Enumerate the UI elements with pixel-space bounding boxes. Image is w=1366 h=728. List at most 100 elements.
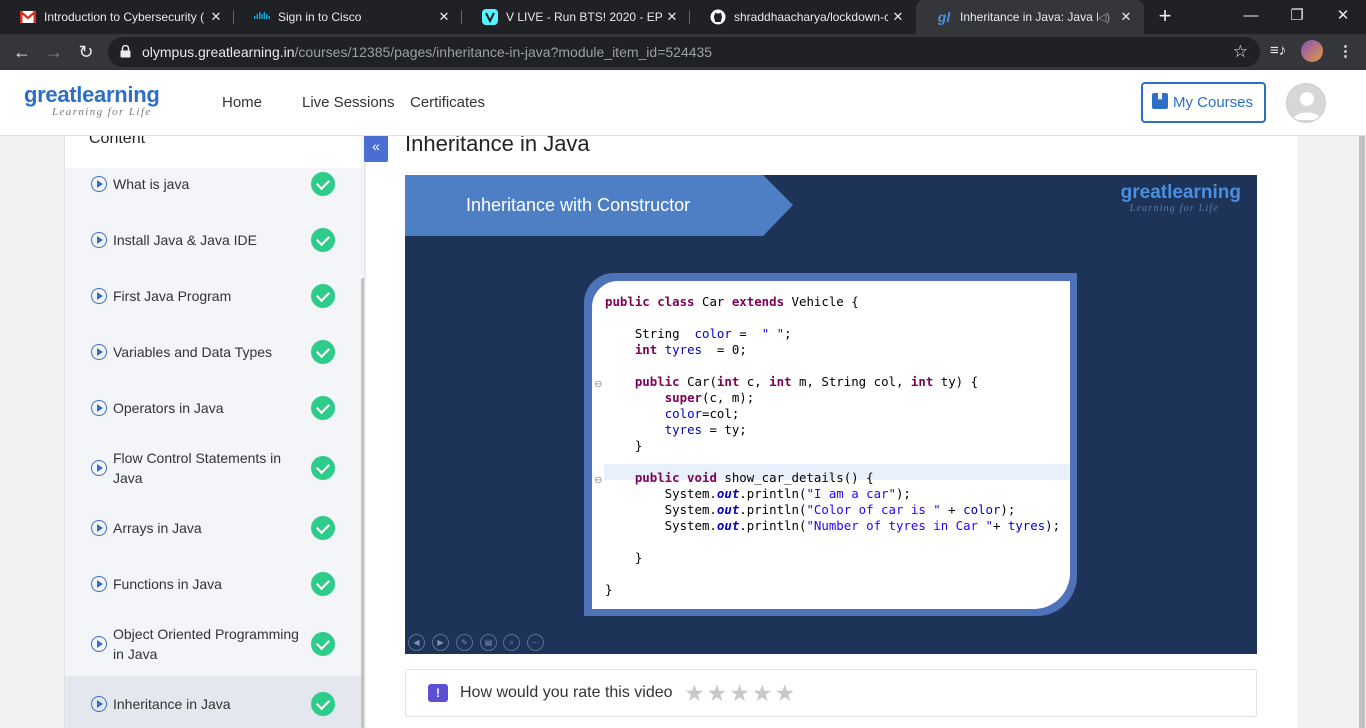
close-tab-icon[interactable]: ✕	[662, 9, 682, 25]
close-tab-icon[interactable]: ✕	[206, 9, 226, 25]
completed-check-icon	[311, 456, 335, 480]
browser-tab-1[interactable]: Introduction to Cybersecurity ( ✕	[0, 0, 234, 34]
lesson-item[interactable]: What is java	[65, 164, 361, 204]
collapse-sidebar-button[interactable]: «	[364, 132, 388, 162]
java-code: public class Car extends Vehicle { Strin…	[605, 294, 1061, 597]
greatlearning-icon: gl	[937, 9, 951, 25]
completed-check-icon	[311, 340, 335, 364]
url-path: /courses/12385/pages/inheritance-in-java…	[294, 44, 713, 60]
address-bar[interactable]: olympus.greatlearning.in/courses/12385/p…	[108, 37, 1260, 67]
lesson-item[interactable]: Object Oriented Programming in Java	[65, 620, 361, 668]
lesson-item[interactable]: Arrays in Java	[65, 508, 361, 548]
cisco-icon	[254, 9, 270, 25]
nav-home[interactable]: Home	[222, 94, 262, 111]
star-icon[interactable]: ★	[775, 680, 796, 707]
media-queue-icon[interactable]: ≡♪	[1270, 42, 1286, 59]
forward-icon[interactable]: →	[42, 40, 66, 64]
new-tab-button[interactable]: +	[1154, 4, 1176, 30]
sidebar-scrollbar[interactable]	[361, 278, 364, 728]
nav-certificates[interactable]: Certificates	[410, 94, 485, 111]
speaker-icon[interactable]: ◁)	[1098, 11, 1110, 24]
lesson-item[interactable]: Operators in Java	[65, 388, 361, 428]
completed-check-icon	[311, 172, 335, 196]
completed-check-icon	[311, 516, 335, 540]
greatlearning-logo[interactable]: greatlearning Learning for Life	[24, 84, 160, 119]
lesson-item[interactable]: Install Java & Java IDE	[65, 220, 361, 260]
slide-title: Inheritance with Constructor	[466, 195, 691, 215]
completed-check-icon	[311, 632, 335, 656]
star-icon[interactable]: ★	[684, 680, 705, 707]
minimize-icon[interactable]: —	[1228, 0, 1274, 34]
star-icon[interactable]: ★	[752, 680, 773, 707]
play-circle-icon	[91, 636, 107, 652]
lesson-item[interactable]: Variables and Data Types	[65, 332, 361, 372]
back-icon[interactable]: ←	[10, 40, 34, 64]
rating-panel: ! How would you rate this video ★ ★ ★ ★ …	[405, 669, 1257, 717]
completed-check-icon	[311, 572, 335, 596]
browser-tab-4[interactable]: shraddhaacharya/lockdown-ce ✕	[690, 0, 916, 34]
browser-tab-3[interactable]: V LIVE - Run BTS! 2020 - EP.92 ✕	[462, 0, 690, 34]
play-circle-icon	[91, 288, 107, 304]
lesson-item[interactable]: Functions in Java	[65, 564, 361, 604]
tab-title: Sign in to Cisco	[278, 10, 362, 24]
close-window-icon[interactable]: ✕	[1320, 0, 1366, 34]
pen-icon[interactable]: ✎	[456, 634, 473, 651]
site-header: greatlearning Learning for Life Home Liv…	[0, 70, 1366, 136]
lock-icon[interactable]	[120, 44, 131, 63]
restore-icon[interactable]: ❐	[1274, 0, 1320, 34]
book-icon	[1151, 92, 1169, 114]
bookmark-star-icon[interactable]: ☆	[1233, 42, 1248, 62]
page-scrollbar[interactable]	[1358, 136, 1366, 728]
slides-icon[interactable]: ▤	[480, 634, 497, 651]
play-circle-icon	[91, 576, 107, 592]
lesson-item[interactable]: Flow Control Statements in Java	[65, 444, 361, 492]
gmail-icon	[20, 9, 36, 25]
user-avatar[interactable]	[1286, 83, 1326, 123]
play-circle-icon	[91, 400, 107, 416]
star-rating: ★ ★ ★ ★ ★	[684, 680, 795, 707]
github-icon	[710, 9, 726, 25]
play-circle-icon	[91, 696, 107, 712]
browser-tab-strip: Introduction to Cybersecurity ( ✕ Sign i…	[0, 0, 1366, 34]
tab-title: V LIVE - Run BTS! 2020 - EP.92	[506, 10, 662, 24]
close-tab-icon[interactable]: ✕	[1116, 9, 1136, 25]
profile-avatar-icon[interactable]	[1301, 40, 1323, 62]
close-tab-icon[interactable]: ✕	[888, 9, 908, 25]
previous-slide-icon[interactable]: ◀	[408, 634, 425, 651]
url-text: olympus.greatlearning.in/courses/12385/p…	[142, 44, 712, 60]
feedback-icon: !	[428, 684, 448, 702]
course-sidebar: Content What is java Install Java & Java…	[64, 136, 365, 728]
lesson-item[interactable]: First Java Program	[65, 276, 361, 316]
menu-kebab-icon[interactable]: ⋮	[1338, 42, 1353, 60]
fold-marker-icon: ⊖	[594, 475, 603, 486]
my-courses-label: My Courses	[1173, 94, 1254, 111]
video-logo: greatlearning Learning for Life	[1120, 182, 1241, 215]
tab-title: shraddhaacharya/lockdown-ce	[734, 10, 888, 24]
close-tab-icon[interactable]: ✕	[434, 9, 454, 25]
more-options-icon[interactable]: ⋯	[527, 634, 544, 651]
play-circle-icon	[91, 460, 107, 476]
play-circle-icon	[91, 232, 107, 248]
lesson-item-active[interactable]: Inheritance in Java	[65, 676, 361, 728]
browser-toolbar: ← → ↻ olympus.greatlearning.in/courses/1…	[0, 34, 1366, 70]
vlive-icon	[482, 9, 498, 25]
video-player[interactable]: Inheritance with Constructor greatlearni…	[405, 175, 1257, 654]
tab-title: Introduction to Cybersecurity (	[44, 10, 205, 24]
url-host: olympus.greatlearning.in	[142, 44, 295, 60]
nav-live-sessions[interactable]: Live Sessions	[302, 94, 395, 111]
star-icon[interactable]: ★	[707, 680, 728, 707]
browser-tab-2[interactable]: Sign in to Cisco ✕	[234, 0, 462, 34]
completed-check-icon	[311, 228, 335, 252]
star-icon[interactable]: ★	[729, 680, 750, 707]
next-slide-icon[interactable]: ▶	[432, 634, 449, 651]
my-courses-button[interactable]: My Courses	[1141, 82, 1266, 123]
tab-title: Inheritance in Java: Java Pr	[960, 10, 1098, 24]
code-slide: ⊖ ⊖ public class Car extends Vehicle { S…	[584, 273, 1077, 616]
play-circle-icon	[91, 520, 107, 536]
fold-marker-icon: ⊖	[594, 379, 603, 390]
browser-tab-5[interactable]: gl Inheritance in Java: Java Pr ◁) ✕	[916, 0, 1144, 34]
reload-icon[interactable]: ↻	[74, 40, 98, 64]
completed-check-icon	[311, 396, 335, 420]
zoom-icon[interactable]: ⌕	[503, 634, 520, 651]
play-circle-icon	[91, 176, 107, 192]
